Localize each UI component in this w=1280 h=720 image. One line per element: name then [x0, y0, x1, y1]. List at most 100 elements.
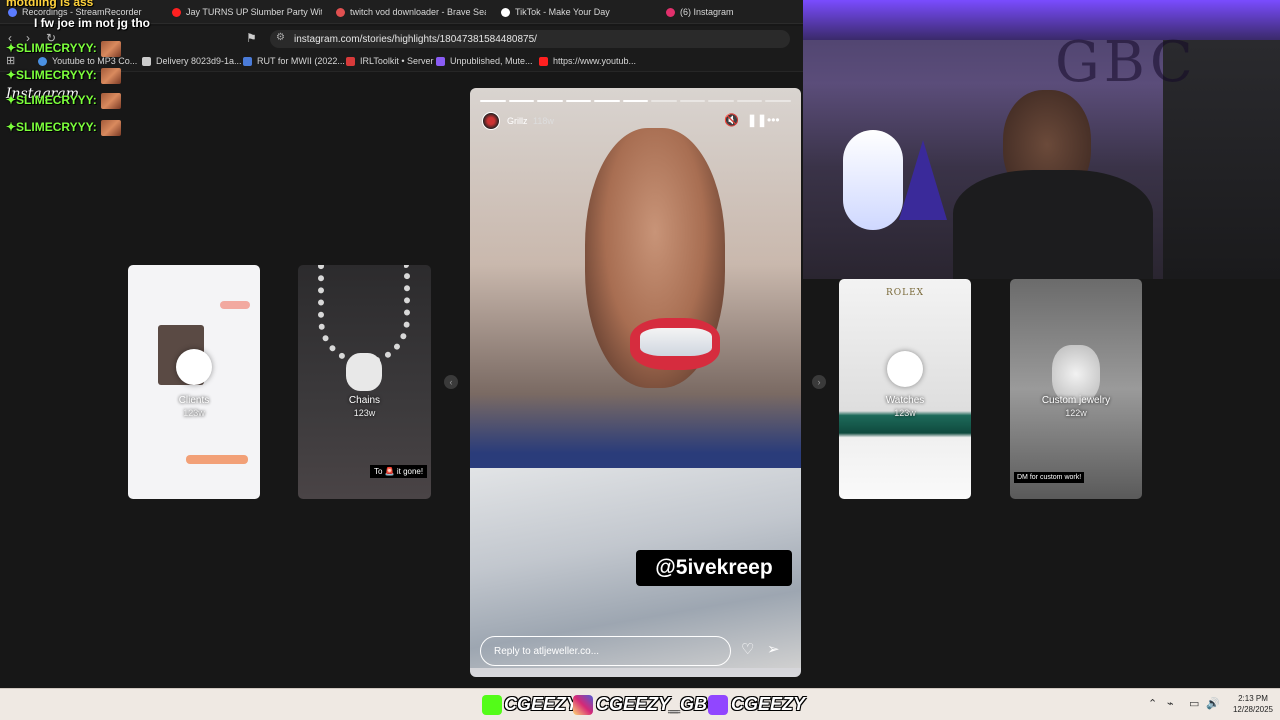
highlight-label: Clients	[178, 395, 210, 406]
story-progress-segment	[480, 100, 506, 102]
emote-icon	[100, 93, 121, 109]
dm-bubble	[186, 455, 248, 464]
snowman-decoration	[843, 130, 903, 230]
highlight-age: 122w	[1065, 408, 1087, 418]
story-progress-segment	[565, 100, 592, 102]
address-bar[interactable]: ⚙ instagram.com/stories/highlights/18047…	[270, 30, 790, 48]
system-clock[interactable]: 2:13 PM 12/28/2025	[1226, 693, 1280, 715]
twitch-icon	[708, 695, 728, 715]
story-progress-segment	[679, 100, 706, 102]
clock-time: 2:13 PM	[1238, 694, 1268, 703]
pause-icon[interactable]: ❚❚	[747, 113, 767, 127]
globe-icon	[38, 56, 47, 66]
christmas-tree	[899, 140, 947, 220]
story-caption: To 🚨 it gone!	[370, 465, 428, 478]
story-timestamp: 118w	[533, 116, 554, 126]
volume-icon[interactable]: 🔊	[1206, 697, 1220, 710]
highlight-custom-jewelry[interactable]: Custom jewelry 122w DM for custom work!	[1010, 279, 1142, 499]
webcam-feed	[803, 0, 1280, 279]
next-story-arrow-icon[interactable]: ›	[812, 375, 826, 389]
more-options-icon[interactable]: •••	[767, 113, 780, 127]
brave-search-icon	[336, 7, 345, 17]
avatar[interactable]	[482, 112, 500, 130]
highlight-cover-circle	[887, 351, 923, 387]
chevron-up-icon[interactable]: ⌃	[1148, 697, 1157, 710]
display-icon[interactable]: ▭	[1189, 697, 1199, 710]
twitch-handle: CGEEZY	[731, 694, 806, 714]
chat-message: ✦SLIMECRYYY:	[6, 120, 121, 136]
network-icon[interactable]: ⌁	[1167, 697, 1174, 710]
bookmark-rut-mwii[interactable]: RUT for MWII (2022...	[243, 56, 345, 66]
story-progress-segment	[622, 100, 649, 102]
mute-icon[interactable]: 🔇	[724, 113, 739, 127]
chat-partial-line: motdling is ass	[6, 0, 94, 9]
chat-message: ✦SLIMECRYYY:	[6, 68, 121, 84]
highlight-label: Custom jewelry	[1041, 395, 1111, 406]
page-icon	[142, 56, 151, 66]
clock-date: 12/28/2025	[1232, 705, 1274, 714]
chat-message: ✦SLIMECRYYY:	[6, 41, 121, 57]
kick-icon	[482, 695, 502, 715]
url-text: instagram.com/stories/highlights/1804738…	[294, 33, 537, 45]
instagram-icon	[573, 695, 593, 715]
story-progress-segment	[765, 100, 792, 102]
tab-tiktok[interactable]: TikTok - Make Your Day	[501, 4, 651, 20]
instagram-handle: CGEEZY_GBC	[596, 694, 721, 714]
rolex-box-text: ROLEX	[885, 288, 925, 298]
dm-bubble	[220, 301, 250, 309]
highlight-chains[interactable]: Chains 123w To 🚨 it gone!	[298, 265, 431, 499]
grillz-teeth	[640, 328, 712, 356]
story-progress-segment	[508, 100, 535, 102]
emote-icon	[100, 120, 121, 136]
story-progress-bar	[480, 100, 792, 103]
highlight-age: 123w	[183, 408, 205, 418]
bookmark-youtube-mp3[interactable]: Youtube to MP3 Co...	[38, 56, 137, 66]
twitch-icon	[436, 56, 445, 66]
streamer-body	[953, 170, 1153, 279]
chain-image	[318, 265, 410, 365]
chat-message: ✦SLIMECRYYY:	[6, 93, 121, 109]
story-progress-segment	[594, 100, 620, 102]
heart-icon[interactable]: ♡	[741, 640, 754, 658]
story-progress-segment	[708, 100, 734, 102]
irltoolkit-icon	[346, 56, 355, 66]
chat-message: I fw joe im not jg tho	[34, 16, 150, 30]
youtube-icon	[172, 7, 181, 17]
bookmark-icon[interactable]: ⚑	[246, 31, 257, 45]
highlight-label: Chains	[348, 395, 381, 406]
tab-instagram[interactable]: (6) Instagram	[666, 4, 796, 20]
highlight-age: 123w	[894, 408, 916, 418]
reply-input[interactable]: Reply to atljeweller.co...	[480, 636, 731, 666]
mention-sticker[interactable]: @5ivekreep	[636, 550, 792, 586]
instagram-icon	[666, 7, 675, 17]
emote-icon	[100, 68, 121, 84]
bookmark-irltoolkit[interactable]: IRLToolkit • Server	[346, 56, 434, 66]
tab-youtube-video[interactable]: Jay TURNS UP Slumber Party With Br	[172, 4, 322, 20]
wall-sign-text: GBC	[1055, 30, 1197, 95]
led-ceiling-light	[803, 0, 1280, 40]
story-progress-segment	[537, 100, 563, 102]
docs-icon	[243, 56, 252, 66]
highlight-age: 123w	[353, 408, 376, 418]
bookmark-youtube[interactable]: https://www.youtub...	[539, 56, 636, 66]
story-viewer[interactable]: Grillz 118w 🔇 ❚❚ ••• @5ivekreep Reply to…	[470, 88, 801, 677]
highlight-watches[interactable]: ROLEX Watches 123w	[839, 279, 971, 499]
screen: Recordings - StreamRecorder Jay TURNS UP…	[0, 0, 1280, 720]
bookmark-delivery[interactable]: Delivery 8023d9-1a...	[142, 56, 242, 66]
emote-icon	[100, 41, 121, 57]
highlight-cover-circle	[176, 349, 212, 385]
highlight-label: Watches	[885, 395, 925, 406]
story-progress-segment	[651, 100, 677, 102]
send-icon[interactable]: ➢	[767, 640, 780, 658]
story-caption: DM for custom work!	[1014, 472, 1085, 483]
previous-story-arrow-icon[interactable]: ‹	[444, 375, 458, 389]
pendant-image	[346, 353, 382, 391]
tab-brave-search[interactable]: twitch vod downloader - Brave Searc	[336, 4, 486, 20]
site-settings-icon[interactable]: ⚙	[276, 32, 285, 43]
story-progress-segment	[736, 100, 763, 102]
bookmark-unpublished[interactable]: Unpublished, Mute...	[436, 56, 533, 66]
kick-handle: CGEEZY	[504, 694, 579, 714]
highlight-clients[interactable]: Clients 123w	[128, 265, 260, 499]
taskbar: CGEEZY CGEEZY_GBC CGEEZY ⌃ ⌁ ▭ 🔊 2:13 PM…	[0, 688, 1280, 720]
story-username[interactable]: Grillz	[507, 116, 528, 126]
